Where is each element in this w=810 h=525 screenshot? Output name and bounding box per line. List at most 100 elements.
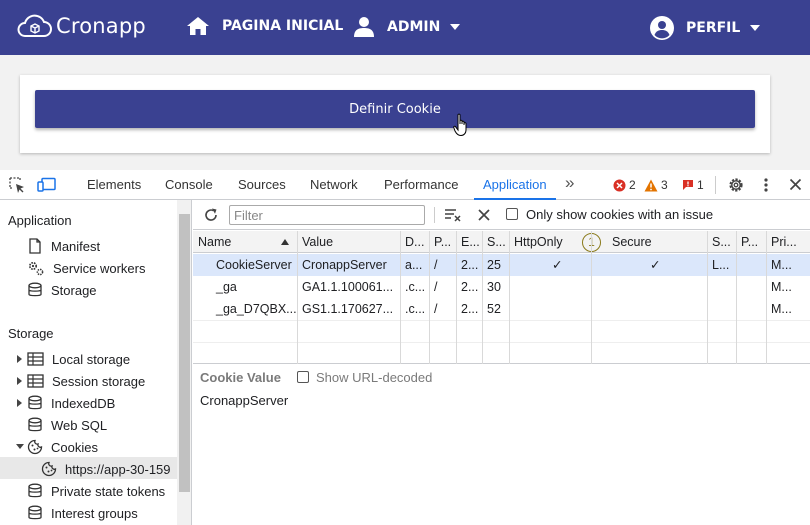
nav-profile-label: PERFIL [686, 20, 741, 36]
cookie-domain: a... [405, 258, 423, 272]
issues-count: 1 [697, 178, 704, 192]
column-divider[interactable] [482, 231, 483, 364]
column-header-value[interactable]: Value [297, 231, 400, 253]
table-header-row: Name Value D... P... E... S... HttpOnly … [193, 231, 810, 253]
sidebar-item-label: Manifest [51, 238, 101, 254]
empty-row [193, 342, 810, 364]
column-divider[interactable] [509, 231, 510, 364]
column-header-priority[interactable]: Pri... [766, 231, 810, 253]
cookie-value: GS1.1.170627... [302, 302, 394, 316]
nav-home[interactable]: PAGINA INICIAL [186, 16, 343, 36]
sidebar-scrollbar-thumb[interactable] [179, 214, 190, 492]
close-devtools-icon[interactable] [789, 178, 802, 191]
sidebar-item-web-sql[interactable]: Web SQL [27, 414, 107, 436]
home-icon [187, 17, 209, 35]
cookies-panel: Only show cookies with an issue Name Val… [193, 200, 810, 525]
nav-admin[interactable]: ADMIN [353, 16, 461, 38]
table-grid-icon [27, 352, 44, 366]
nav-profile[interactable]: PERFIL [650, 16, 761, 40]
cookie-name: _ga [216, 280, 237, 294]
tab-elements[interactable]: Elements [87, 170, 141, 200]
cookie-domain: .c... [405, 280, 426, 294]
collapse-arrow-icon[interactable] [16, 444, 24, 449]
user-icon [354, 17, 374, 37]
sidebar-item-cookie-origin[interactable]: https://app-30-159 [41, 458, 171, 480]
column-divider[interactable] [591, 231, 592, 364]
sidebar-item-session-storage[interactable]: Session storage [27, 370, 145, 392]
sidebar-item-label: Web SQL [51, 417, 108, 433]
device-toolbar-icon[interactable] [37, 177, 57, 193]
column-header-httponly[interactable]: HttpOnly [509, 231, 591, 253]
column-header-path[interactable]: P... [429, 231, 456, 253]
column-divider[interactable] [456, 231, 457, 364]
clear-filtered-cookies-icon[interactable] [444, 207, 462, 223]
sidebar-item-label: Service workers [53, 260, 146, 276]
cookie-value-heading: Cookie Value [200, 370, 281, 385]
database-icon [28, 483, 42, 498]
account-circle-icon [650, 16, 674, 40]
column-header-samesite[interactable]: S... [707, 231, 736, 253]
issues-count-badge[interactable]: 1 [682, 178, 704, 192]
sort-ascending-icon [281, 239, 289, 245]
tab-application[interactable]: Application [474, 170, 556, 200]
sidebar-item-service-workers[interactable]: Service workers [27, 257, 145, 279]
set-cookie-button[interactable]: Definir Cookie [35, 90, 755, 128]
table-row[interactable]: _ga GA1.1.100061... .c... / 2... 30 M... [193, 276, 810, 298]
refresh-icon[interactable] [203, 207, 219, 223]
app-header: Cronapp PAGINA INICIAL ADMIN PERFIL [0, 0, 810, 55]
cookie-expires: 2... [461, 280, 479, 294]
cookie-priority: M... [771, 280, 792, 294]
cloud-logo-icon [17, 14, 52, 37]
warning-count-badge[interactable]: 3 [644, 178, 668, 192]
sidebar-item-interest-groups[interactable]: Interest groups [27, 502, 138, 524]
column-header-domain[interactable]: D... [400, 231, 429, 253]
expand-arrow-icon[interactable] [17, 355, 22, 363]
cookie-expires: 2... [461, 258, 479, 272]
column-header-size[interactable]: S... [482, 231, 509, 253]
delete-all-cookies-icon[interactable] [477, 208, 491, 222]
column-header-secure[interactable]: Secure [607, 231, 707, 253]
table-row[interactable]: CookieServer CronappServer a... / 2... 2… [193, 254, 810, 276]
more-tabs-icon[interactable]: » [565, 168, 574, 198]
tab-sources[interactable]: Sources [238, 170, 286, 200]
table-row[interactable]: _ga_D7QBX... GS1.1.170627... .c... / 2..… [193, 298, 810, 320]
cookie-name: _ga_D7QBX... [216, 302, 297, 316]
column-divider[interactable] [736, 231, 737, 364]
sidebar-item-indexeddb[interactable]: IndexedDB [27, 392, 115, 414]
tab-console[interactable]: Console [165, 170, 213, 200]
expand-arrow-icon[interactable] [17, 377, 22, 385]
sidebar-item-local-storage[interactable]: Local storage [27, 348, 130, 370]
error-count-badge[interactable]: 2 [613, 178, 636, 192]
sidebar-item-cookies[interactable]: Cookies [27, 436, 98, 458]
column-divider[interactable] [707, 231, 708, 364]
cookie-size: 25 [487, 258, 501, 272]
column-divider[interactable] [297, 231, 298, 364]
more-options-icon[interactable] [762, 177, 770, 193]
column-divider[interactable] [766, 231, 767, 364]
sidebar-item-manifest[interactable]: Manifest [27, 235, 100, 257]
column-divider[interactable] [429, 231, 430, 364]
database-icon [28, 417, 42, 432]
inspect-element-icon[interactable] [9, 177, 26, 194]
show-url-decoded-checkbox[interactable] [297, 371, 309, 383]
nav-home-label: PAGINA INICIAL [222, 18, 344, 34]
tab-performance[interactable]: Performance [384, 170, 458, 200]
cookie-httponly-check: ✓ [552, 258, 563, 272]
column-header-expires[interactable]: E... [456, 231, 482, 253]
column-divider[interactable] [400, 231, 401, 364]
sidebar-heading-application: Application [8, 213, 72, 228]
sidebar-item-private-state-tokens[interactable]: Private state tokens [27, 480, 165, 502]
column-header-partition[interactable]: P... [736, 231, 766, 253]
sidebar-scrollbar[interactable] [177, 200, 191, 525]
app-logo[interactable]: Cronapp [16, 13, 146, 39]
sidebar-item-label: Storage [51, 282, 97, 298]
expand-arrow-icon[interactable] [17, 399, 22, 407]
cookie-filter-input[interactable] [229, 205, 425, 225]
cookie-partition [736, 254, 766, 276]
only-issues-checkbox[interactable] [506, 208, 518, 220]
settings-gear-icon[interactable] [727, 176, 745, 194]
sidebar-item-storage[interactable]: Storage [27, 279, 97, 301]
tab-network[interactable]: Network [310, 170, 358, 200]
cookies-toolbar: Only show cookies with an issue [193, 200, 810, 230]
database-icon [28, 395, 42, 410]
